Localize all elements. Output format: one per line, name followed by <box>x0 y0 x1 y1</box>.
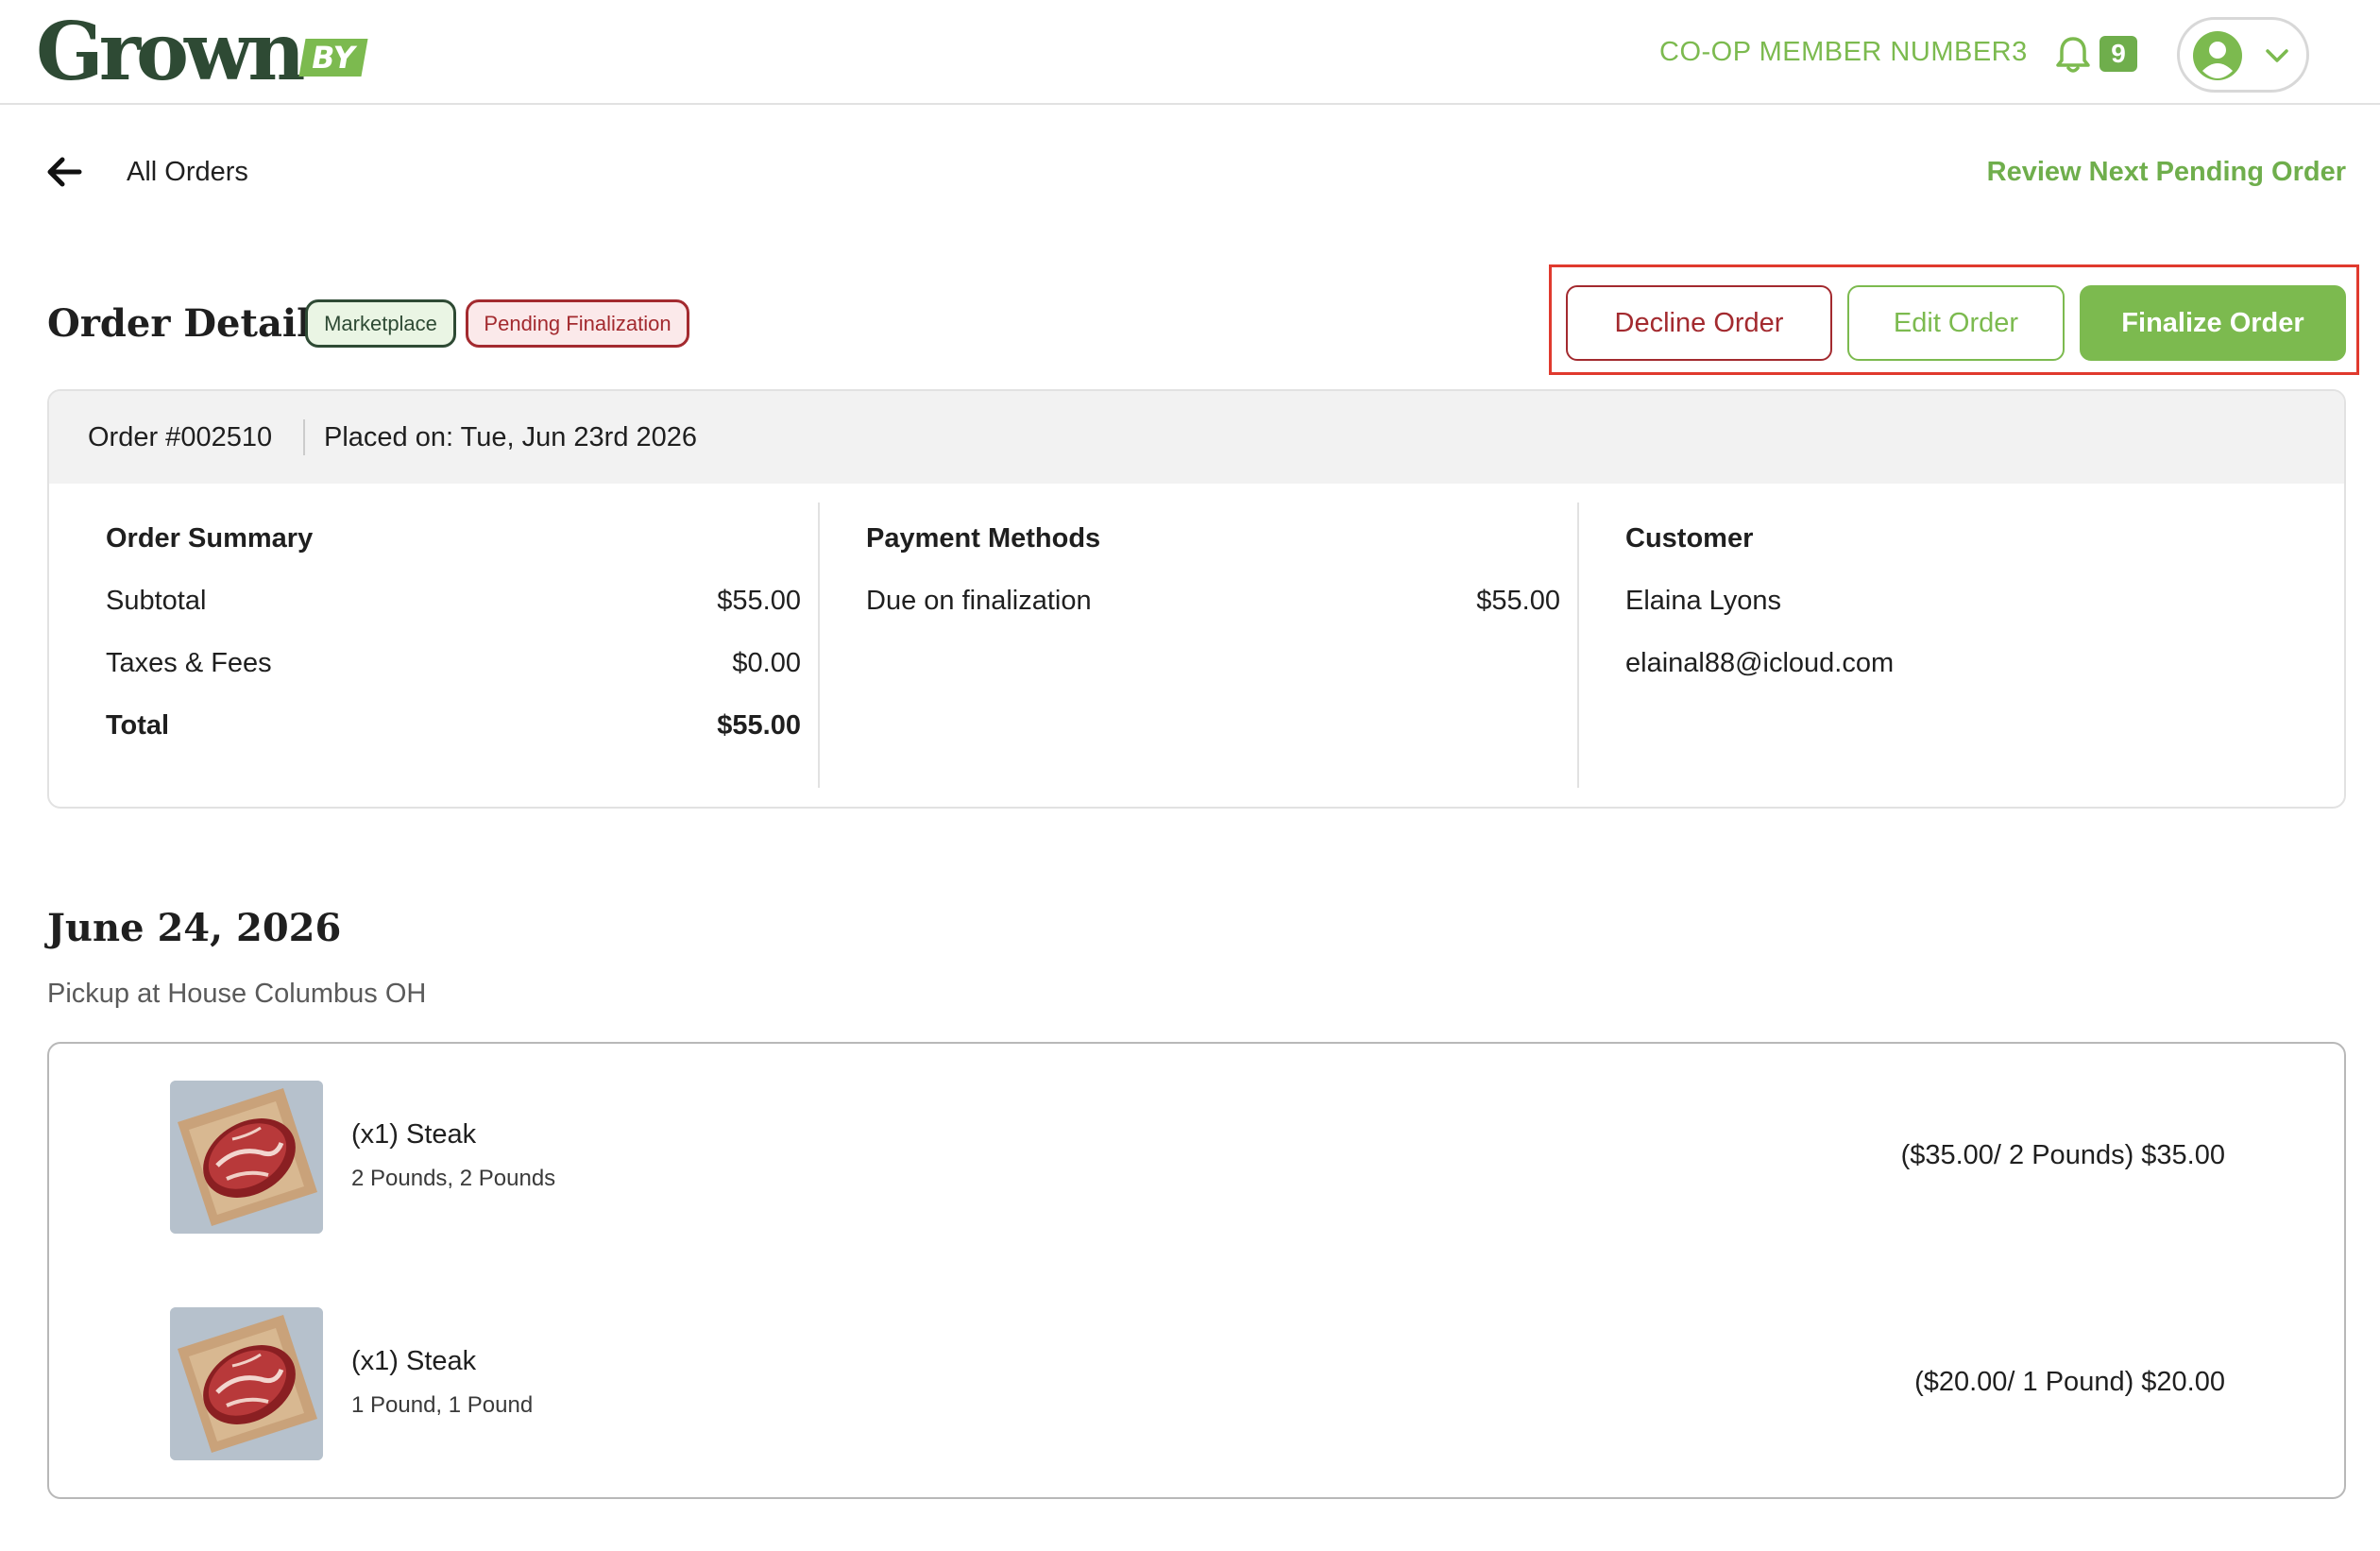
customer-name: Elaina Lyons <box>1625 586 1781 616</box>
edit-order-button[interactable]: Edit Order <box>1847 285 2065 361</box>
all-orders-link[interactable]: All Orders <box>127 155 248 189</box>
steak-product-image <box>170 1081 323 1234</box>
order-items-card: (x1) Steak 2 Pounds, 2 Pounds ($35.00/ 2… <box>47 1042 2346 1499</box>
header-divider <box>303 419 305 455</box>
column-divider <box>1577 503 1579 788</box>
finalize-order-button[interactable]: Finalize Order <box>2080 285 2346 361</box>
back-arrow-icon[interactable] <box>45 153 83 191</box>
item-title: (x1) Steak <box>351 1119 477 1150</box>
subtotal-value: $55.00 <box>717 586 801 616</box>
status-badge: Pending Finalization <box>466 299 689 348</box>
item-price: ($35.00/ 2 Pounds) $35.00 <box>1900 1140 2225 1170</box>
item-title: (x1) Steak <box>351 1346 477 1376</box>
logo-wordmark: Grown <box>36 5 305 98</box>
order-card-header: Order #002510 Placed on: Tue, Jun 23rd 2… <box>49 391 2344 484</box>
order-summary-heading: Order Summary <box>106 523 314 554</box>
column-divider <box>818 503 820 788</box>
profile-menu-button[interactable] <box>2177 17 2309 93</box>
review-next-pending-order-link[interactable]: Review Next Pending Order <box>1987 155 2346 189</box>
placed-on-date: Placed on: Tue, Jun 23rd 2026 <box>324 422 698 452</box>
subtotal-label: Subtotal <box>106 586 207 616</box>
payment-method-label: Due on finalization <box>866 586 1092 616</box>
grownby-logo[interactable]: Grown BY <box>36 5 368 98</box>
logo-by-badge: BY <box>298 39 368 77</box>
member-name[interactable]: CO-OP MEMBER NUMBER3 <box>1659 36 2028 68</box>
customer-email[interactable]: elainal88@icloud.com <box>1625 646 1894 680</box>
chevron-down-icon <box>2266 49 2288 62</box>
user-avatar-icon <box>2193 31 2242 80</box>
page-title: Order Details <box>47 301 332 346</box>
pickup-date-heading: June 24, 2026 <box>47 906 342 950</box>
pickup-location: Pickup at House Columbus OH <box>47 979 427 1009</box>
item-options: 1 Pound, 1 Pound <box>351 1392 534 1418</box>
marketplace-tag: Marketplace <box>305 299 456 348</box>
item-price: ($20.00/ 1 Pound) $20.00 <box>1914 1367 2225 1397</box>
payment-methods-heading: Payment Methods <box>866 523 1101 554</box>
taxes-fees-value: $0.00 <box>732 648 801 678</box>
item-options: 2 Pounds, 2 Pounds <box>351 1166 556 1191</box>
notification-count-badge[interactable]: 9 <box>2100 36 2137 72</box>
bell-icon[interactable] <box>2054 35 2092 75</box>
decline-order-button[interactable]: Decline Order <box>1566 285 1832 361</box>
top-header: Grown BY CO-OP MEMBER NUMBER3 9 <box>0 0 2380 105</box>
total-value: $55.00 <box>717 710 801 741</box>
customer-heading: Customer <box>1625 523 1754 554</box>
taxes-fees-label: Taxes & Fees <box>106 648 272 678</box>
steak-product-image <box>170 1307 323 1460</box>
total-label: Total <box>106 710 170 741</box>
order-info-card: Order #002510 Placed on: Tue, Jun 23rd 2… <box>47 389 2346 809</box>
order-number: Order #002510 <box>88 422 273 452</box>
payment-method-amount: $55.00 <box>1476 586 1560 616</box>
